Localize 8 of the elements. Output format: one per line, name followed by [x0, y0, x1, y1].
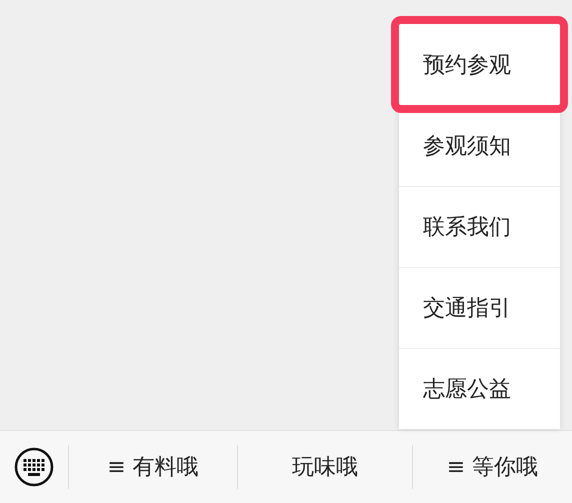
menu-item[interactable]: 联系我们	[399, 186, 560, 267]
menu-tab[interactable]: ≡ 等你哦	[412, 445, 572, 489]
menu-item[interactable]: 预约参观	[399, 24, 560, 105]
menu-item[interactable]: 志愿公益	[399, 348, 560, 429]
keyboard-icon[interactable]	[14, 447, 54, 487]
menu-tab[interactable]: ≡ 有料哦	[68, 445, 237, 489]
menu-tab[interactable]: 玩味哦	[237, 445, 412, 489]
menu-item[interactable]: 交通指引	[399, 267, 560, 348]
